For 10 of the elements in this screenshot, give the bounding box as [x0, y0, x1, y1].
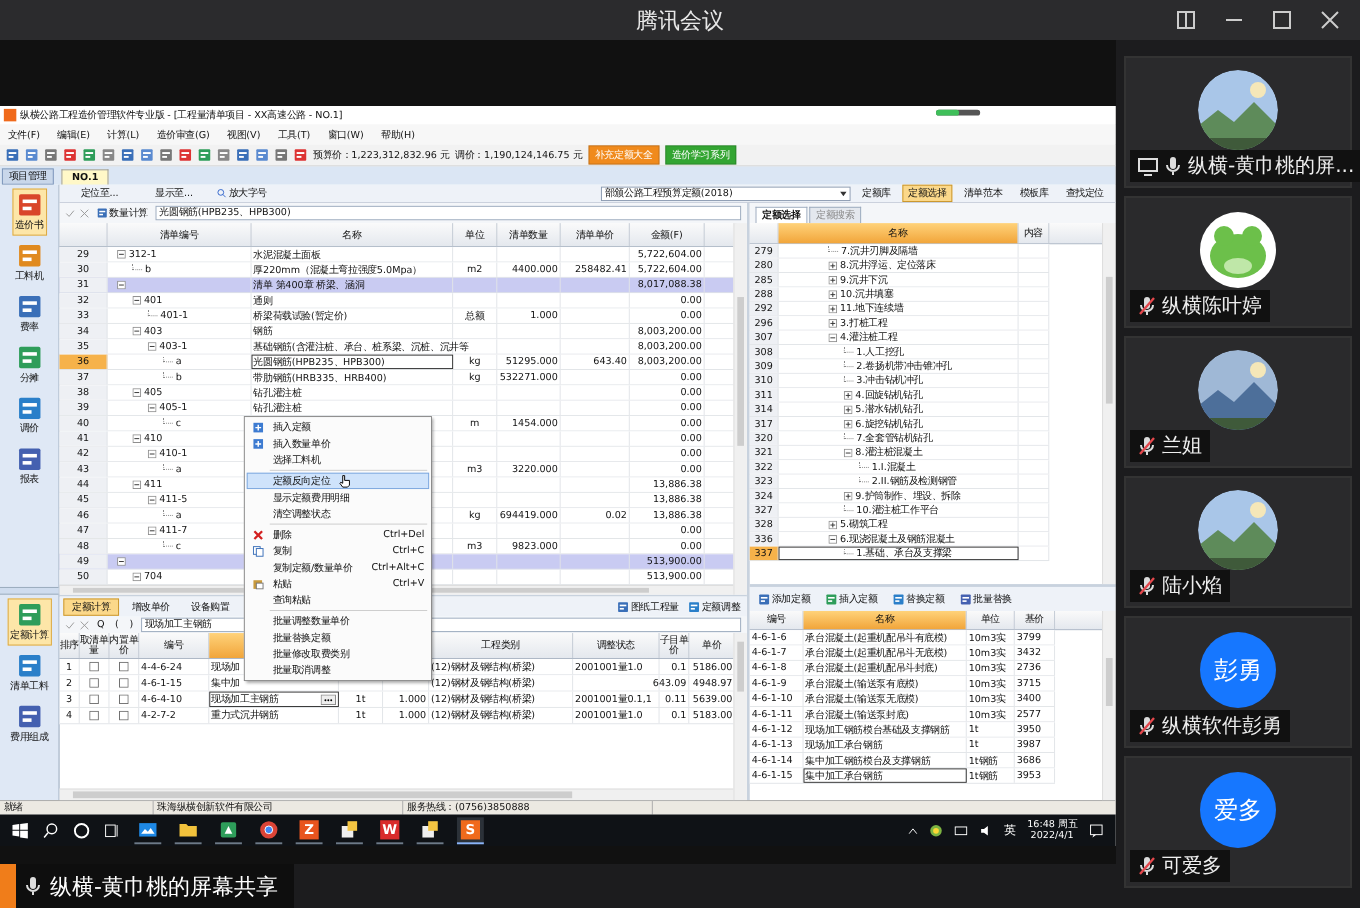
- avatar: 爱多: [1200, 772, 1276, 848]
- participant-name: 纵横软件彭勇: [1162, 713, 1282, 740]
- participant-name: 纵横陈叶婷: [1162, 293, 1262, 320]
- window-title: 腾讯会议: [636, 5, 724, 35]
- participant-name: 纵横-黄巾桃的屏...: [1188, 153, 1355, 180]
- participant-name: 陆小焰: [1162, 573, 1222, 600]
- participant-name: 可爱多: [1162, 853, 1222, 880]
- participant-name: 兰姐: [1162, 433, 1202, 460]
- share-caption-bar: 纵横-黄巾桃的屏幕共享: [0, 864, 294, 908]
- avatar: 彭勇: [1200, 632, 1276, 708]
